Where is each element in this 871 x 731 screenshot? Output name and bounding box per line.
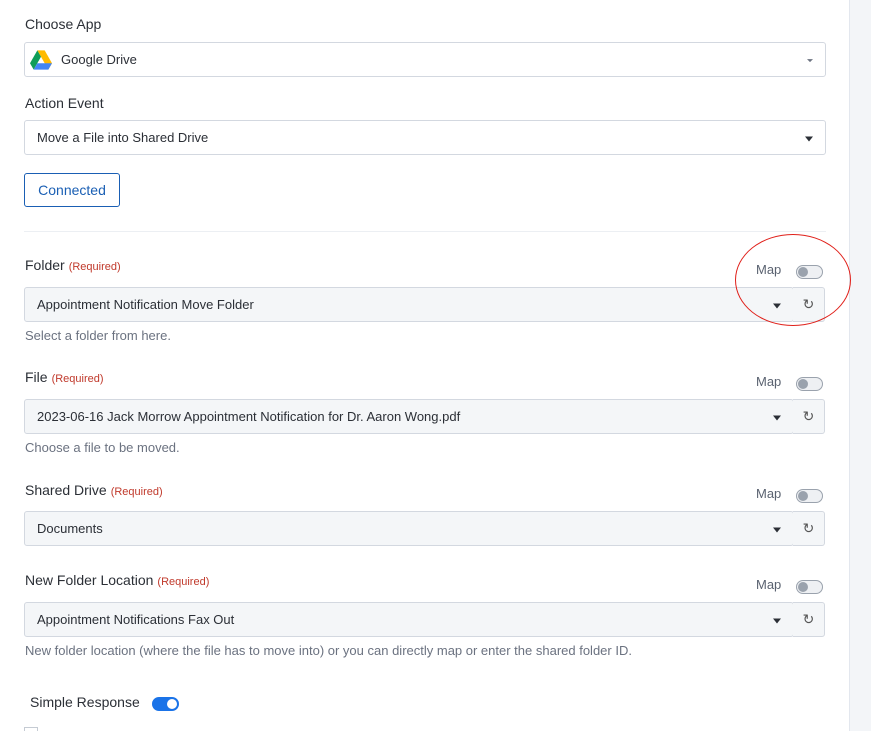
highlight-circle [735, 234, 851, 326]
new-folder-select[interactable]: Appointment Notifications Fax Out [24, 602, 794, 637]
chevron-down-icon [807, 58, 813, 62]
chevron-down-icon [773, 618, 781, 623]
new-folder-label-text: New Folder Location [25, 572, 154, 588]
shared-drive-value: Documents [37, 521, 103, 536]
action-event-value: Move a File into Shared Drive [37, 130, 209, 145]
shared-drive-label-text: Shared Drive [25, 482, 107, 498]
chevron-down-icon [773, 415, 781, 420]
action-event-select[interactable]: Move a File into Shared Drive [24, 120, 826, 155]
new-folder-map-toggle[interactable] [796, 580, 823, 594]
shared-drive-select[interactable]: Documents [24, 511, 794, 546]
shared-drive-label: Shared Drive (Required) [25, 482, 163, 498]
choose-app-value: Google Drive [61, 52, 137, 67]
folder-label: Folder (Required) [25, 257, 121, 273]
required-tag: (Required) [51, 373, 104, 385]
refresh-icon: ↻ [802, 611, 815, 627]
new-folder-map-label: Map [756, 577, 782, 592]
file-map-toggle[interactable] [796, 377, 823, 391]
new-folder-help: New folder location (where the file has … [25, 643, 632, 658]
file-map-label: Map [756, 374, 782, 389]
google-drive-icon [30, 49, 52, 70]
shared-drive-map-toggle[interactable] [796, 489, 823, 503]
required-tag: (Required) [157, 576, 210, 588]
choose-app-select[interactable]: Google Drive [24, 42, 826, 77]
new-folder-refresh-button[interactable]: ↻ [793, 602, 825, 637]
refresh-icon: ↻ [802, 520, 815, 536]
form-panel: Choose App Google Drive Action Event Mov… [0, 0, 851, 731]
chevron-down-icon [773, 527, 781, 532]
folder-help: Select a folder from here. [25, 328, 171, 343]
folder-select[interactable]: Appointment Notification Move Folder [24, 287, 794, 322]
folder-label-text: Folder [25, 257, 65, 273]
folder-value: Appointment Notification Move Folder [37, 297, 254, 312]
new-folder-value: Appointment Notifications Fax Out [37, 612, 235, 627]
file-label-text: File [25, 369, 48, 385]
divider [24, 231, 826, 232]
chevron-down-icon [805, 136, 813, 141]
file-label: File (Required) [25, 369, 104, 385]
simple-response-label: Simple Response [30, 694, 140, 710]
file-refresh-button[interactable]: ↻ [793, 399, 825, 434]
shared-drive-refresh-button[interactable]: ↻ [793, 511, 825, 546]
checkbox[interactable] [24, 727, 38, 731]
file-select[interactable]: 2023-06-16 Jack Morrow Appointment Notif… [24, 399, 794, 434]
new-folder-label: New Folder Location (Required) [25, 572, 209, 588]
connected-button[interactable]: Connected [24, 173, 120, 207]
shared-drive-map-label: Map [756, 486, 782, 501]
file-value: 2023-06-16 Jack Morrow Appointment Notif… [37, 409, 461, 424]
choose-app-label: Choose App [25, 16, 102, 32]
required-tag: (Required) [110, 486, 163, 498]
action-event-label: Action Event [25, 95, 104, 111]
file-help: Choose a file to be moved. [25, 440, 180, 455]
simple-response-toggle[interactable] [152, 697, 179, 711]
refresh-icon: ↻ [802, 408, 815, 424]
required-tag: (Required) [68, 261, 121, 273]
